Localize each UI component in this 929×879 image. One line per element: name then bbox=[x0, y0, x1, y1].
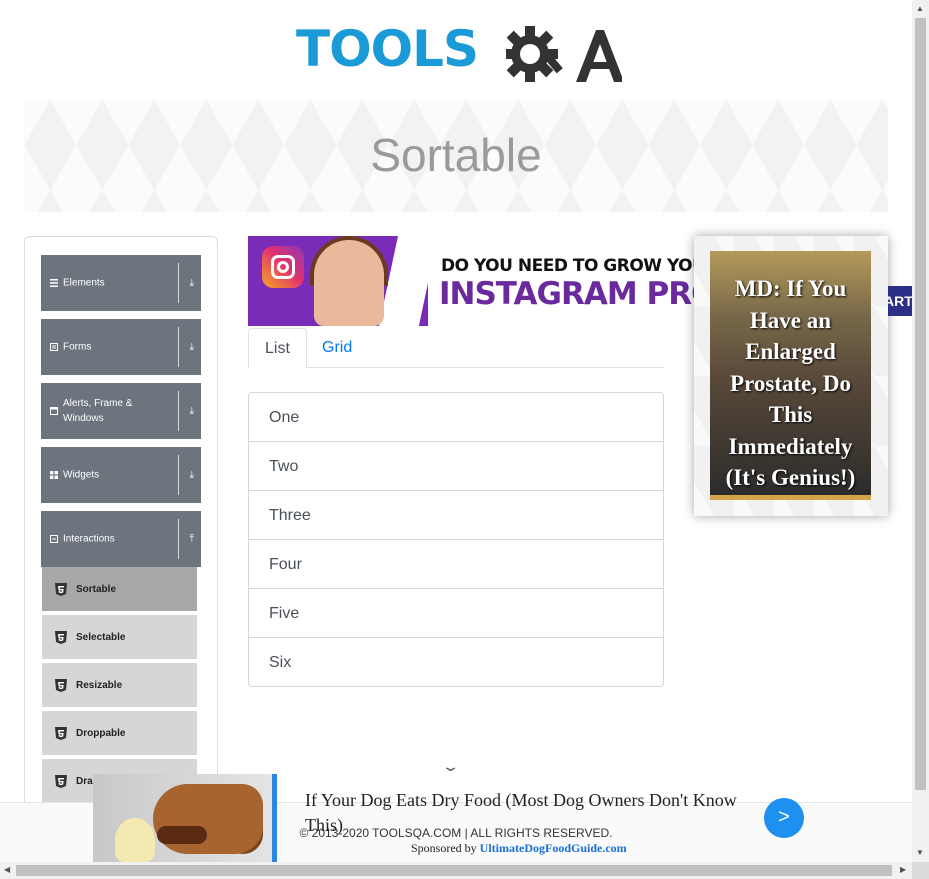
sortable-list: One Two Three Four Five Six bbox=[248, 392, 664, 687]
divider bbox=[178, 519, 179, 559]
sidebar-group-elements[interactable]: Elements ⤓ bbox=[41, 255, 201, 311]
scrollbar-corner bbox=[912, 862, 929, 879]
scroll-left-arrow-icon[interactable]: ◀ bbox=[4, 865, 10, 874]
page-title: Sortable bbox=[370, 129, 542, 181]
sidebar-item-label: Resizable bbox=[76, 680, 123, 691]
sidebar-group-alerts[interactable]: Alerts, Frame & Windows ⤓ bbox=[41, 383, 201, 439]
page: TOOLS Sortable Elements ⤓ Forms ⤓ Alerts… bbox=[0, 0, 929, 879]
download-arrow-icon: ⤓ bbox=[189, 469, 194, 481]
sidebar-item-label: Droppable bbox=[76, 728, 126, 739]
scroll-right-arrow-icon[interactable]: ▶ bbox=[900, 865, 906, 874]
sidebar-group-label: Widgets bbox=[63, 469, 100, 481]
bottom-ad-title[interactable]: If Your Dog Eats Dry Food (Most Dog Owne… bbox=[305, 788, 755, 838]
sidebar: Elements ⤓ Forms ⤓ Alerts, Frame & Windo… bbox=[24, 236, 218, 836]
html5-icon bbox=[55, 679, 67, 692]
html5-icon bbox=[55, 631, 67, 644]
bottom-ad-dog-image[interactable] bbox=[93, 774, 277, 862]
tab-grid[interactable]: Grid bbox=[306, 328, 368, 368]
ad-headline-line1: DO YOU NEED TO GROW YOU bbox=[441, 256, 694, 276]
sidebar-group-label: Elements bbox=[63, 277, 105, 289]
instagram-ad-banner[interactable]: DO YOU NEED TO GROW YOU INSTAGRAM PRO bbox=[248, 236, 694, 326]
start-button-label: ART bbox=[888, 293, 912, 309]
side-ad-strip bbox=[710, 495, 871, 500]
html5-icon bbox=[55, 727, 67, 740]
sidebar-item-label: Sortable bbox=[76, 584, 117, 595]
sidebar-group-label: Alerts, Frame & Windows bbox=[63, 398, 133, 424]
sidebar-item-selectable[interactable]: Selectable bbox=[42, 615, 197, 661]
logo-tools-text: TOOLS bbox=[296, 20, 479, 78]
list-item[interactable]: Two bbox=[249, 442, 663, 491]
window-icon bbox=[50, 407, 58, 415]
page-banner: Sortable bbox=[24, 100, 888, 212]
list-item[interactable]: Four bbox=[249, 540, 663, 589]
list-item[interactable]: Three bbox=[249, 491, 663, 540]
sidebar-group-label: Interactions bbox=[63, 533, 115, 545]
tab-list[interactable]: List bbox=[248, 328, 307, 369]
sidebar-item-resizable[interactable]: Resizable bbox=[42, 663, 197, 709]
divider bbox=[178, 391, 179, 431]
horizontal-scrollbar[interactable]: ◀ ▶ bbox=[0, 862, 912, 879]
sortable-tabs: List Grid bbox=[248, 328, 664, 369]
instagram-icon bbox=[262, 246, 304, 288]
upload-arrow-icon: ⤒ bbox=[189, 533, 194, 545]
sidebar-group-forms[interactable]: Forms ⤓ bbox=[41, 319, 201, 375]
sidebar-group-label: Forms bbox=[63, 341, 92, 353]
horizontal-scroll-thumb[interactable] bbox=[16, 865, 892, 876]
divider bbox=[178, 263, 179, 303]
download-arrow-icon: ⤓ bbox=[189, 405, 194, 417]
sidebar-item-droppable[interactable]: Droppable bbox=[42, 711, 197, 757]
html5-icon bbox=[55, 775, 67, 788]
sidebar-group-interactions[interactable]: Interactions ⤒ bbox=[41, 511, 201, 567]
menu-icon bbox=[50, 279, 58, 287]
list-item[interactable]: Five bbox=[249, 589, 663, 638]
side-ad-image: MD: If You Have an Enlarged Prostate, Do… bbox=[710, 251, 871, 500]
interactions-icon bbox=[50, 535, 58, 543]
bottom-ad-sponsor-line: Sponsored by UltimateDogFoodGuide.com bbox=[411, 841, 627, 856]
form-icon bbox=[50, 343, 58, 351]
download-arrow-icon: ⤓ bbox=[189, 341, 194, 353]
ad-woman-image bbox=[314, 240, 384, 326]
divider bbox=[178, 327, 179, 367]
sponsor-link[interactable]: UltimateDogFoodGuide.com bbox=[480, 841, 627, 855]
ad-headline-line2: INSTAGRAM PRO bbox=[439, 276, 694, 312]
grid-icon bbox=[50, 471, 58, 479]
download-arrow-icon: ⤓ bbox=[189, 277, 194, 289]
vertical-scroll-thumb[interactable] bbox=[915, 18, 926, 790]
scroll-down-arrow-icon[interactable]: ▼ bbox=[916, 848, 924, 857]
side-ad[interactable]: MD: If You Have an Enlarged Prostate, Do… bbox=[694, 236, 888, 516]
list-item[interactable]: One bbox=[249, 393, 663, 442]
sidebar-group-widgets[interactable]: Widgets ⤓ bbox=[41, 447, 201, 503]
list-item[interactable]: Six bbox=[249, 638, 663, 686]
start-button[interactable]: ART bbox=[888, 286, 912, 316]
sponsored-by-label: Sponsored by bbox=[411, 841, 477, 855]
bottom-ad-go-button[interactable]: > bbox=[764, 798, 804, 838]
sidebar-item-sortable[interactable]: Sortable bbox=[42, 567, 197, 613]
sidebar-item-label: Selectable bbox=[76, 632, 126, 643]
logo-gear-qa-icon bbox=[506, 26, 622, 82]
html5-icon bbox=[55, 583, 67, 596]
side-ad-text: MD: If You Have an Enlarged Prostate, Do… bbox=[725, 276, 856, 490]
chevron-down-icon[interactable]: ⌄ bbox=[441, 758, 467, 774]
scroll-up-arrow-icon[interactable]: ▲ bbox=[916, 4, 924, 13]
vertical-scrollbar[interactable]: ▲ ▼ bbox=[912, 0, 929, 862]
toolsqa-logo[interactable]: TOOLS bbox=[296, 16, 622, 90]
divider bbox=[178, 455, 179, 495]
